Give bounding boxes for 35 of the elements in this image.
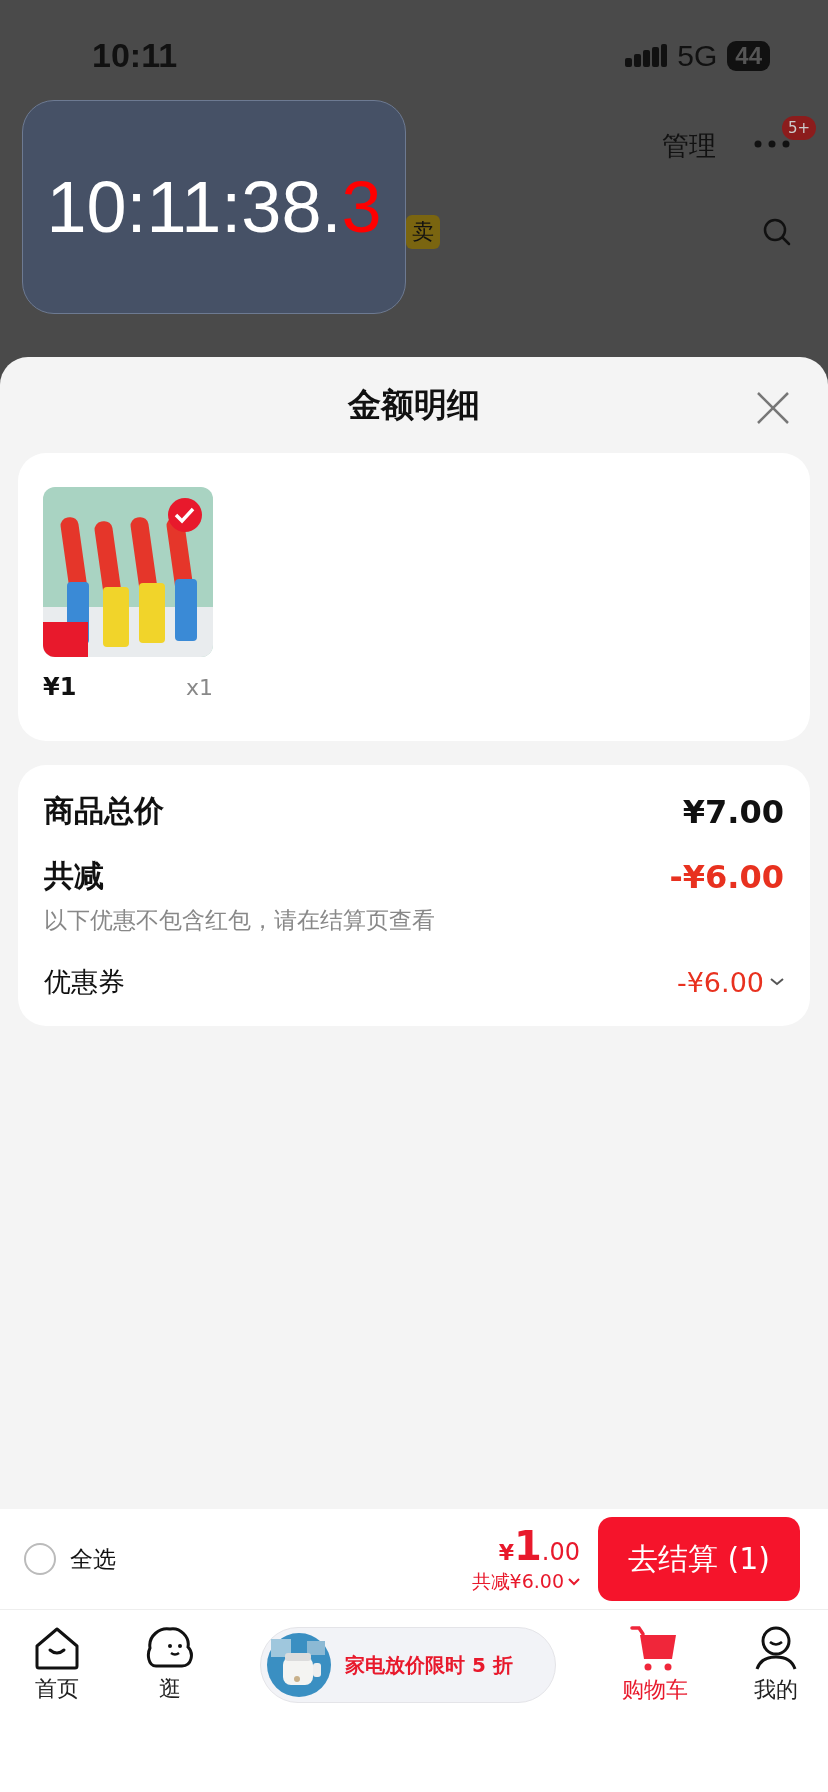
checkbox-circle[interactable] <box>24 1543 56 1575</box>
smiling-blob-icon <box>146 1626 194 1670</box>
summary-label: 商品总价 <box>44 792 164 830</box>
product-quantity: x1 <box>185 674 213 700</box>
tab-item[interactable]: 我的 <box>754 1625 798 1705</box>
product-price: ¥1 <box>43 673 77 701</box>
coupon-dropdown[interactable]: -¥6.00 <box>676 966 784 998</box>
summary-value: ¥7.00 <box>682 792 784 831</box>
network-label: 5G <box>677 38 718 73</box>
tag-label: 卖 <box>406 215 440 249</box>
clock-time: 10:11:38.3 <box>46 166 382 248</box>
select-all-checkbox[interactable]: 全选 <box>24 1543 116 1575</box>
summary-note: 以下优惠不包含红包，请在结算页查看 <box>44 906 436 935</box>
summary-value: -¥6.00 <box>669 857 784 896</box>
tab-item[interactable]: 逛 <box>146 1626 194 1704</box>
promo-pill[interactable]: 家电放价限时 5 折 <box>260 1627 556 1703</box>
close-icon[interactable] <box>756 391 790 425</box>
search-icon[interactable] <box>762 217 792 247</box>
summary-label: 优惠券 <box>44 965 125 999</box>
tab-item[interactable]: 首页 <box>34 1626 80 1704</box>
total-price: ¥1.00 <box>498 1523 580 1569</box>
checkout-button[interactable]: 去结算 (1) <box>598 1517 800 1601</box>
notification-badge: 5+ <box>782 116 817 140</box>
summary-label: 共减 <box>44 857 104 895</box>
home-icon <box>34 1626 80 1670</box>
person-icon <box>754 1625 798 1671</box>
chevron-icon <box>770 978 784 986</box>
battery-indicator: 44 <box>727 40 770 71</box>
sheet-title: 金额明细 <box>348 383 480 426</box>
status-time: 10:11 <box>92 36 178 75</box>
tab-item[interactable]: 购物车 <box>622 1625 688 1705</box>
signal-icon <box>625 43 668 68</box>
chevron-icon <box>568 1578 580 1586</box>
more-icon[interactable] <box>754 140 790 148</box>
savings-dropdown[interactable]: 共减¥6.00 <box>471 1569 580 1595</box>
